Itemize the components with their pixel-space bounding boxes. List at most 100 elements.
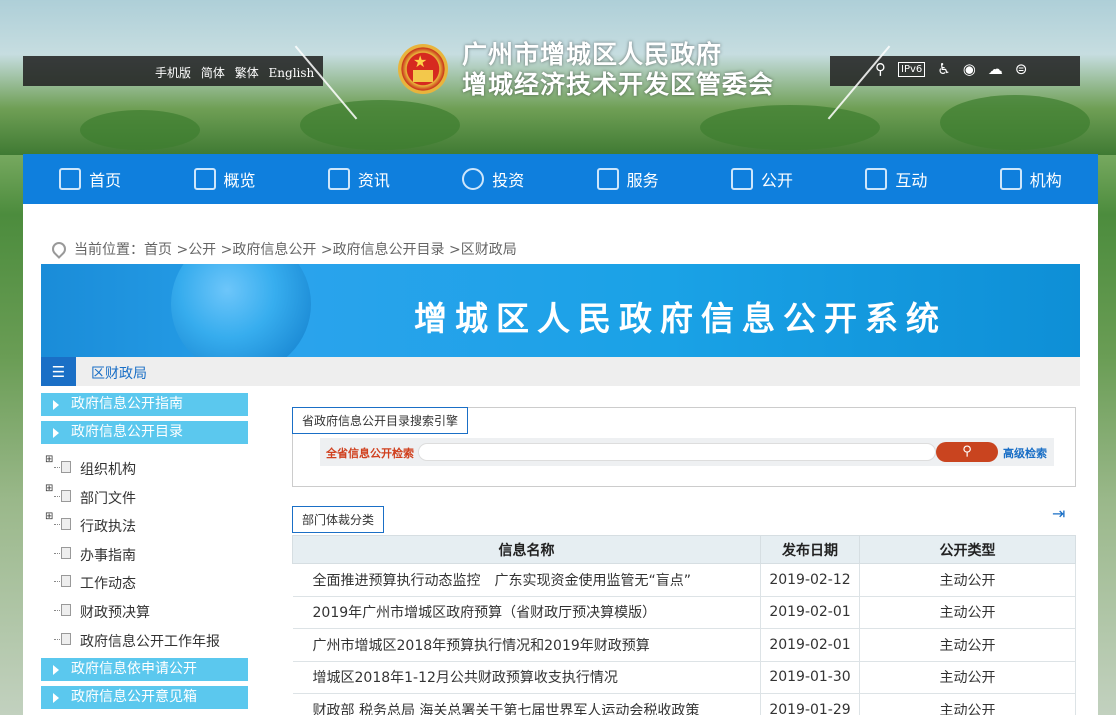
department-label[interactable]: 区财政局 [91, 363, 147, 383]
sidebar-top: 政府信息公开指南 政府信息公开目录 [41, 393, 248, 449]
sidebar-catalog-button[interactable]: 政府信息公开目录 [41, 421, 248, 444]
row-type: 主动公开 [859, 693, 1076, 715]
search-button[interactable]: ⚲ [936, 442, 998, 462]
search-icon[interactable]: ⚲ [875, 60, 886, 78]
tree-node[interactable]: 工作动态 [41, 568, 248, 597]
row-type: 主动公开 [859, 596, 1076, 629]
search-box-title: 省政府信息公开目录搜索引擎 [292, 407, 469, 434]
breadcrumb-item[interactable]: 首页 [144, 242, 172, 258]
location-pin-icon [49, 239, 69, 259]
wechat-icon[interactable]: ☁ [988, 60, 1003, 78]
row-title[interactable]: 2019年广州市增城区政府预算（省财政厅预决算模版） [292, 596, 761, 629]
english-link[interactable]: English [269, 66, 315, 80]
row-title[interactable]: 财政部 税务总局 海关总署关于第七届世界军人运动会税收政策 [292, 693, 761, 715]
document-icon [61, 603, 71, 616]
column-header: 发布日期 [760, 535, 860, 564]
sidebar-apply-button[interactable]: 政府信息依申请公开 [41, 658, 248, 681]
info-table: 信息名称 发布日期 公开类型 全面推进预算执行动态监控 广东实现资金使用监管无“… [292, 535, 1076, 715]
table-row[interactable]: 财政部 税务总局 海关总署关于第七届世界军人运动会税收政策 2019-01-29 主… [292, 693, 1076, 715]
expand-icon[interactable]: ⊞ [45, 483, 53, 494]
ipv6-badge[interactable]: IPv6 [898, 61, 926, 77]
breadcrumb-item[interactable]: 政府信息公开 [232, 242, 316, 258]
table-row[interactable]: 2019年广州市增城区政府预算（省财政厅预决算模版） 2019-02-01 主动公开 [292, 596, 1076, 629]
weibo-icon[interactable]: ◉ [963, 60, 976, 78]
traditional-link[interactable]: 繁体 [235, 66, 259, 80]
section-title: 部门体裁分类 [292, 506, 385, 533]
monitor-icon [731, 168, 754, 190]
nav-item-news[interactable]: 资讯 [292, 154, 426, 204]
tree-node[interactable]: ⊞ 组织机构 [41, 454, 248, 483]
overview-icon [193, 168, 216, 190]
mobile-version-link[interactable]: 手机版 [155, 66, 191, 80]
background-leaf [80, 110, 200, 150]
site-title-line2: 增城经济技术开发区管委会 [462, 70, 775, 99]
document-icon [61, 546, 71, 559]
sidebar-feedback-button[interactable]: 政府信息公开意见箱 [41, 686, 248, 709]
main-nav: 首页 概览 资讯 投资 服务 公开 互动 机构 [23, 154, 1098, 204]
breadcrumb: 当前位置：首页 >公开 >政府信息公开 >政府信息公开目录 >区财政局 [49, 239, 517, 259]
row-date: 2019-02-12 [760, 563, 860, 597]
table-row[interactable]: 广州市增城区2018年预算执行情况和2019年财政预算 2019-02-01 主动公… [292, 628, 1076, 662]
site-title: 广州市增城区人民政府 增城经济技术开发区管委会 [462, 40, 774, 100]
star-icon: ★ [413, 52, 428, 71]
sidebar-guide-button[interactable]: 政府信息公开指南 [41, 393, 248, 416]
folder-icon [61, 489, 71, 502]
advanced-search-link[interactable]: 高级检索 [1003, 445, 1047, 461]
expand-icon[interactable]: ⊞ [45, 454, 53, 465]
banner-title: 增城区人民政府信息公开系统 [414, 299, 947, 338]
export-icon[interactable]: ⇥ [1052, 504, 1065, 523]
news-icon [327, 168, 350, 190]
row-title[interactable]: 全面推进预算执行动态监控 广东实现资金使用监管无“盲点” [292, 563, 761, 597]
nav-item-interact[interactable]: 互动 [829, 154, 963, 204]
search-icon: ⚲ [962, 444, 972, 459]
column-header: 信息名称 [292, 535, 761, 564]
background-leaf [300, 100, 460, 150]
catalog-tree: ⊞ 组织机构 ⊞ 部门文件 ⊞ 行政执法 办事指南 工作动态 财政预决算 政府信息公开… [41, 454, 248, 654]
list-icon: ☰ [41, 357, 76, 386]
site-title-line1: 广州市增城区人民政府 [462, 40, 723, 69]
tree-node[interactable]: 政府信息公开工作年报 [41, 626, 248, 655]
nav-item-service[interactable]: 服务 [561, 154, 695, 204]
background-leaf [940, 95, 1090, 150]
row-date: 2019-01-30 [760, 661, 860, 694]
column-header: 公开类型 [859, 535, 1076, 564]
rss-icon[interactable]: ⊜ [1015, 60, 1028, 78]
document-icon [61, 575, 71, 588]
national-emblem-logo: ★ [398, 44, 448, 94]
folder-icon [61, 518, 71, 531]
tree-node[interactable]: 办事指南 [41, 540, 248, 569]
globe-icon [462, 168, 485, 190]
simplified-link[interactable]: 简体 [201, 66, 225, 80]
tree-node[interactable]: 财政预决算 [41, 597, 248, 626]
nav-item-overview[interactable]: 概览 [157, 154, 291, 204]
table-header-row: 信息名称 发布日期 公开类型 [292, 535, 1076, 564]
top-icons: ⚲ IPv6 ♿ ◉ ☁ ⊜ [875, 60, 1027, 78]
row-title[interactable]: 增城区2018年1-12月公共财政预算收支执行情况 [292, 661, 761, 694]
breadcrumb-item[interactable]: 公开 [188, 242, 216, 258]
nav-item-public[interactable]: 公开 [695, 154, 829, 204]
home-icon [59, 168, 82, 190]
accessibility-icon[interactable]: ♿ [937, 60, 950, 78]
globe-graphic [171, 264, 311, 357]
department-bar: ☰ 区财政局 [41, 357, 1080, 386]
search-label: 全省信息公开检索 [326, 447, 414, 460]
table-row[interactable]: 增城区2018年1-12月公共财政预算收支执行情况 2019-01-30 主动公开 [292, 661, 1076, 694]
nav-item-org[interactable]: 机构 [964, 154, 1098, 204]
breadcrumb-item[interactable]: 政府信息公开目录 [333, 242, 445, 258]
row-date: 2019-02-01 [760, 596, 860, 629]
row-title[interactable]: 广州市增城区2018年预算执行情况和2019年财政预算 [292, 628, 761, 662]
row-date: 2019-01-29 [760, 693, 860, 715]
system-banner: 增城区人民政府信息公开系统 [41, 264, 1080, 357]
folder-icon [61, 461, 71, 473]
sidebar-bottom: 政府信息依申请公开 政府信息公开意见箱 [41, 658, 248, 714]
breadcrumb-item[interactable]: 区财政局 [461, 242, 517, 258]
expand-icon[interactable]: ⊞ [45, 511, 53, 522]
search-input[interactable] [418, 443, 936, 461]
briefcase-icon [596, 168, 619, 190]
nav-item-invest[interactable]: 投资 [426, 154, 560, 204]
table-row[interactable]: 全面推进预算执行动态监控 广东实现资金使用监管无“盲点” 2019-02-12 主动… [292, 563, 1076, 597]
tree-node[interactable]: ⊞ 行政执法 [41, 511, 248, 540]
tree-node[interactable]: ⊞ 部门文件 [41, 483, 248, 512]
nav-item-home[interactable]: 首页 [23, 154, 157, 204]
document-icon [61, 632, 71, 645]
